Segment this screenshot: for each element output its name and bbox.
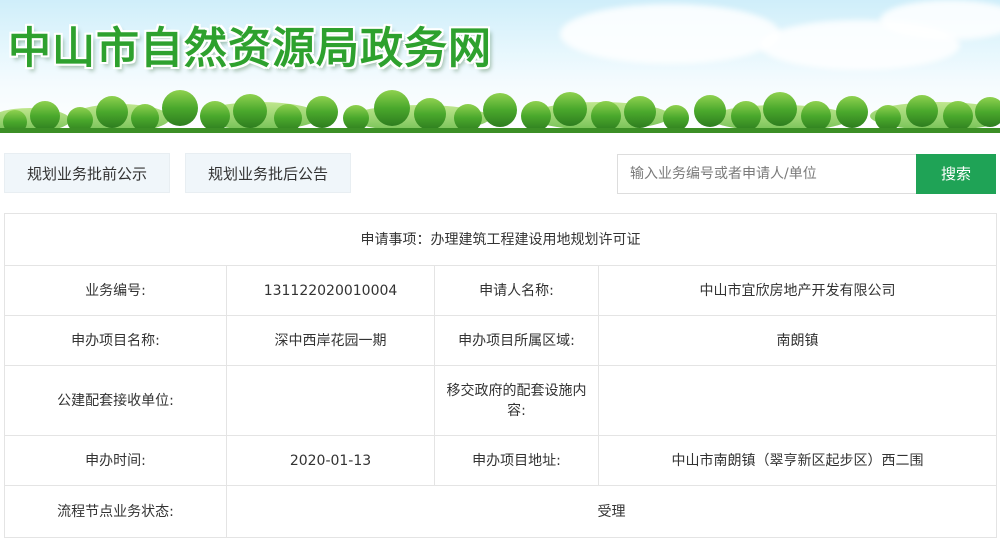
application-detail-table: 申请事项：办理建筑工程建设用地规划许可证 业务编号: 1311220200100… bbox=[4, 213, 997, 538]
status-value: 受理 bbox=[226, 485, 997, 538]
table-row: 申办项目名称: 深中西岸花园一期 申办项目所属区域: 南朗镇 bbox=[4, 315, 997, 366]
field-label: 申办时间: bbox=[4, 435, 227, 486]
search-input[interactable] bbox=[617, 154, 917, 194]
field-label: 申请人名称: bbox=[434, 265, 599, 316]
field-label: 移交政府的配套设施内容: bbox=[434, 365, 599, 436]
tree-line-graphic bbox=[0, 90, 1000, 133]
cloud-decoration bbox=[560, 4, 780, 64]
field-label: 公建配套接收单位: bbox=[4, 365, 227, 436]
table-row: 申办时间: 2020-01-13 申办项目地址: 中山市南朗镇（翠亨新区起步区）… bbox=[4, 435, 997, 486]
field-label: 业务编号: bbox=[4, 265, 227, 316]
field-value bbox=[598, 365, 997, 436]
field-label: 申办项目地址: bbox=[434, 435, 599, 486]
table-row: 流程节点业务状态: 受理 bbox=[4, 485, 997, 538]
field-value: 131122020010004 bbox=[226, 265, 435, 316]
field-label: 流程节点业务状态: bbox=[4, 485, 227, 538]
tab-post-approval-announcement[interactable]: 规划业务批后公告 bbox=[185, 153, 351, 193]
field-label: 申办项目所属区域: bbox=[434, 315, 599, 366]
search-button[interactable]: 搜索 bbox=[916, 154, 996, 194]
field-label: 申办项目名称: bbox=[4, 315, 227, 366]
field-value bbox=[226, 365, 435, 436]
field-value: 南朗镇 bbox=[598, 315, 997, 366]
field-value: 中山市南朗镇（翠亨新区起步区）西二围 bbox=[598, 435, 997, 486]
field-value: 2020-01-13 bbox=[226, 435, 435, 486]
tab-pre-approval-notice[interactable]: 规划业务批前公示 bbox=[4, 153, 170, 193]
site-banner: 中山市自然资源局政务网 bbox=[0, 0, 1000, 133]
application-item-title: 申请事项：办理建筑工程建设用地规划许可证 bbox=[4, 213, 997, 266]
table-row: 业务编号: 131122020010004 申请人名称: 中山市宜欣房地产开发有… bbox=[4, 265, 997, 316]
field-value: 深中西岸花园一期 bbox=[226, 315, 435, 366]
field-value: 中山市宜欣房地产开发有限公司 bbox=[598, 265, 997, 316]
table-title-row: 申请事项：办理建筑工程建设用地规划许可证 bbox=[4, 213, 997, 266]
site-title: 中山市自然资源局政务网 bbox=[8, 24, 492, 74]
table-row: 公建配套接收单位: 移交政府的配套设施内容: bbox=[4, 365, 997, 436]
